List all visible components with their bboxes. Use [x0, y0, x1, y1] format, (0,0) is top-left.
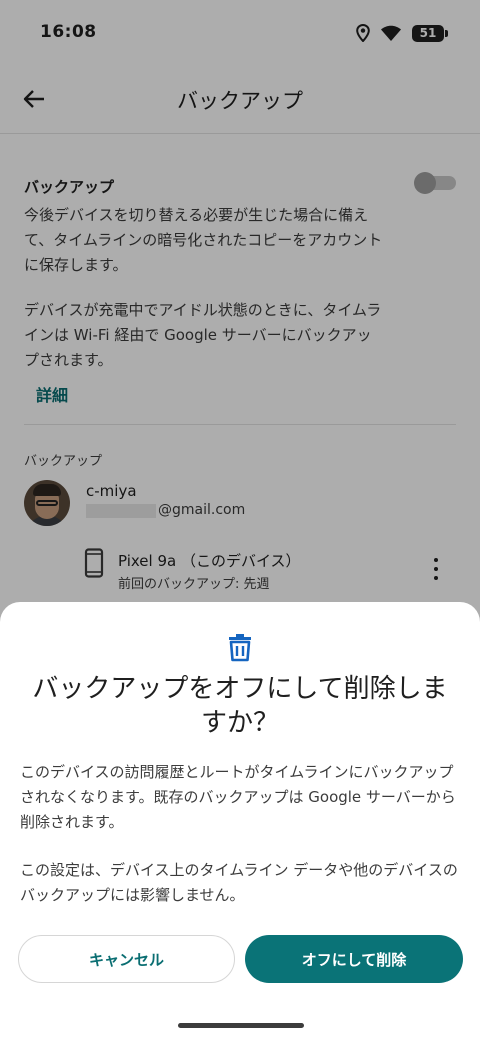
dialog-title: バックアップをオフにして削除しますか？ — [32, 674, 448, 738]
screen: 16:08 51 バックアップ バックアップ 今後デバイスを切り替える必要が生じ… — [0, 0, 480, 1040]
dialog-body-text: このデバイスの訪問履歴とルートがタイムラインにバックアップされなくなります。既存… — [20, 763, 456, 831]
delete-backup-sheet: バックアップをオフにして削除しますか？ このデバイスの訪問履歴とルートがタイムラ… — [0, 602, 480, 1040]
dialog-body-note: この設定は、デバイス上のタイムライン データや他のデバイスのバックアップには影響… — [20, 861, 458, 904]
cancel-button[interactable]: キャンセル — [18, 935, 235, 983]
home-indicator[interactable] — [178, 1023, 304, 1028]
dialog-body: このデバイスの訪問履歴とルートがタイムラインにバックアップされなくなります。既存… — [20, 760, 460, 908]
turn-off-and-delete-button[interactable]: オフにして削除 — [245, 935, 463, 983]
trash-icon — [229, 634, 251, 662]
